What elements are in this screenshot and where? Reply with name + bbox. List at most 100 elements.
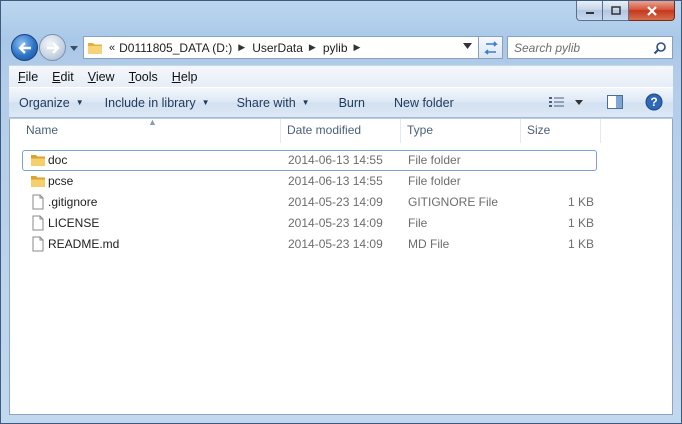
column-header-date-modified[interactable]: Date modified	[287, 123, 361, 137]
search-icon[interactable]	[653, 41, 667, 55]
menu-edit-accel: E	[52, 69, 61, 84]
change-view-button[interactable]	[548, 95, 583, 109]
address-bar[interactable]: « D0111805_DATA (D:) ▶ UserData ▶ pylib …	[83, 36, 479, 59]
file-date: 2014-05-23 14:09	[288, 195, 383, 209]
minimize-button[interactable]	[576, 1, 603, 21]
arrow-left-icon	[17, 41, 31, 54]
chevron-down-icon: ▼	[301, 98, 310, 107]
menu-view[interactable]: View	[81, 70, 122, 84]
file-date: 2014-06-13 14:55	[288, 153, 383, 167]
breadcrumb-item-pylib[interactable]: pylib	[323, 41, 348, 55]
sort-ascending-icon: ▲	[148, 117, 157, 127]
new-folder-button[interactable]: New folder	[374, 96, 463, 110]
window-controls	[576, 1, 675, 21]
new-folder-label: New folder	[393, 95, 454, 110]
close-button[interactable]	[629, 1, 675, 21]
file-row-pcse[interactable]: pcse 2014-06-13 14:55 File folder	[22, 171, 672, 192]
column-divider[interactable]	[280, 119, 281, 143]
include-in-library-button[interactable]: Include in library ▼	[93, 96, 219, 110]
menu-file-label: ile	[25, 69, 39, 84]
file-name: pcse	[48, 174, 74, 188]
column-header-name[interactable]: Name	[26, 123, 58, 137]
preview-pane-button[interactable]	[607, 95, 623, 109]
file-size: 1 KB	[567, 216, 594, 230]
chevron-down-icon: ▼	[201, 98, 210, 107]
svg-text:?: ?	[650, 95, 657, 109]
breadcrumb-separator-icon[interactable]: ▶	[354, 42, 361, 53]
folder-icon	[31, 176, 45, 187]
breadcrumb-item-userdata[interactable]: UserData	[252, 41, 303, 55]
file-row-gitignore[interactable]: .gitignore 2014-05-23 14:09 GITIGNORE Fi…	[22, 192, 672, 213]
file-date: 2014-06-13 14:55	[288, 174, 383, 188]
search-box[interactable]	[507, 36, 673, 59]
breadcrumb: « D0111805_DATA (D:) ▶ UserData ▶ pylib …	[109, 41, 367, 55]
refresh-button[interactable]	[479, 36, 503, 59]
breadcrumb-separator-icon[interactable]: ▶	[309, 42, 316, 53]
column-header-size[interactable]: Size	[527, 123, 550, 137]
menu-view-label: iew	[95, 69, 115, 84]
search-input[interactable]	[514, 40, 654, 55]
menu-file[interactable]: File	[11, 70, 45, 84]
forward-button[interactable]	[39, 34, 66, 61]
file-type: File folder	[408, 153, 461, 167]
menu-help-label: elp	[180, 69, 198, 84]
menu-file-accel: F	[18, 69, 26, 84]
help-button[interactable]: ?	[645, 93, 663, 111]
file-row-readme[interactable]: README.md 2014-05-23 14:09 MD File 1 KB	[22, 234, 672, 255]
menu-help[interactable]: Help	[165, 70, 205, 84]
column-header-type[interactable]: Type	[407, 123, 433, 137]
document-icon	[32, 215, 44, 231]
burn-button[interactable]: Burn	[319, 96, 374, 110]
arrow-right-icon	[46, 41, 60, 54]
menu-help-accel: H	[171, 69, 181, 84]
file-size: 1 KB	[567, 237, 594, 251]
organize-label: Organize	[19, 95, 70, 110]
share-with-label: Share with	[236, 95, 296, 110]
file-list: doc 2014-06-13 14:55 File folder pcse 20…	[22, 150, 672, 255]
file-type: MD File	[408, 237, 450, 251]
menu-edit[interactable]: Edit	[45, 70, 81, 84]
file-type: GITIGNORE File	[408, 195, 499, 209]
share-with-button[interactable]: Share with ▼	[219, 96, 319, 110]
file-date: 2014-05-23 14:09	[288, 237, 383, 251]
explorer-window: « D0111805_DATA (D:) ▶ UserData ▶ pylib …	[0, 0, 682, 424]
back-button[interactable]	[11, 34, 38, 61]
address-dropdown-icon[interactable]	[463, 43, 472, 49]
chevron-down-icon	[70, 45, 78, 51]
column-headers: ▲ Name Date modified Type Size	[10, 117, 672, 143]
column-divider[interactable]	[600, 119, 601, 143]
folder-icon	[31, 155, 45, 166]
file-name: .gitignore	[48, 195, 98, 209]
file-name: README.md	[48, 237, 120, 251]
maximize-icon	[610, 6, 621, 15]
column-divider[interactable]	[400, 119, 401, 143]
recent-pages-dropdown[interactable]	[69, 43, 79, 53]
document-icon	[32, 194, 44, 210]
minimize-icon	[585, 11, 594, 14]
details-view-icon	[549, 97, 564, 107]
breadcrumb-item-drive[interactable]: D0111805_DATA (D:)	[119, 41, 232, 55]
chevron-down-icon: ▼	[75, 98, 84, 107]
view-options-dropdown-icon[interactable]	[575, 99, 583, 105]
breadcrumb-separator-icon[interactable]: ▶	[238, 42, 245, 53]
menu-bar: File Edit View Tools Help	[9, 65, 673, 87]
help-icon: ?	[645, 93, 663, 111]
maximize-button[interactable]	[603, 1, 629, 21]
include-in-library-label: Include in library	[104, 95, 196, 110]
file-row-license[interactable]: LICENSE 2014-05-23 14:09 File 1 KB	[22, 213, 672, 234]
menu-tools-label: ools	[134, 69, 158, 84]
preview-pane-icon	[607, 95, 623, 109]
organize-button[interactable]: Organize ▼	[9, 96, 93, 110]
file-size: 1 KB	[567, 195, 594, 209]
menu-tools[interactable]: Tools	[122, 70, 165, 84]
file-list-pane: ▲ Name Date modified Type Size doc 2014-…	[9, 117, 673, 415]
view-controls: ?	[536, 93, 663, 111]
file-type: File	[408, 216, 428, 230]
column-divider[interactable]	[520, 119, 521, 143]
menu-view-accel: V	[87, 69, 96, 84]
file-date: 2014-05-23 14:09	[288, 216, 383, 230]
breadcrumb-overflow[interactable]: «	[109, 42, 115, 54]
navigation-bar: « D0111805_DATA (D:) ▶ UserData ▶ pylib …	[9, 33, 673, 61]
refresh-icon	[483, 40, 498, 55]
file-row-doc[interactable]: doc 2014-06-13 14:55 File folder	[22, 150, 672, 171]
